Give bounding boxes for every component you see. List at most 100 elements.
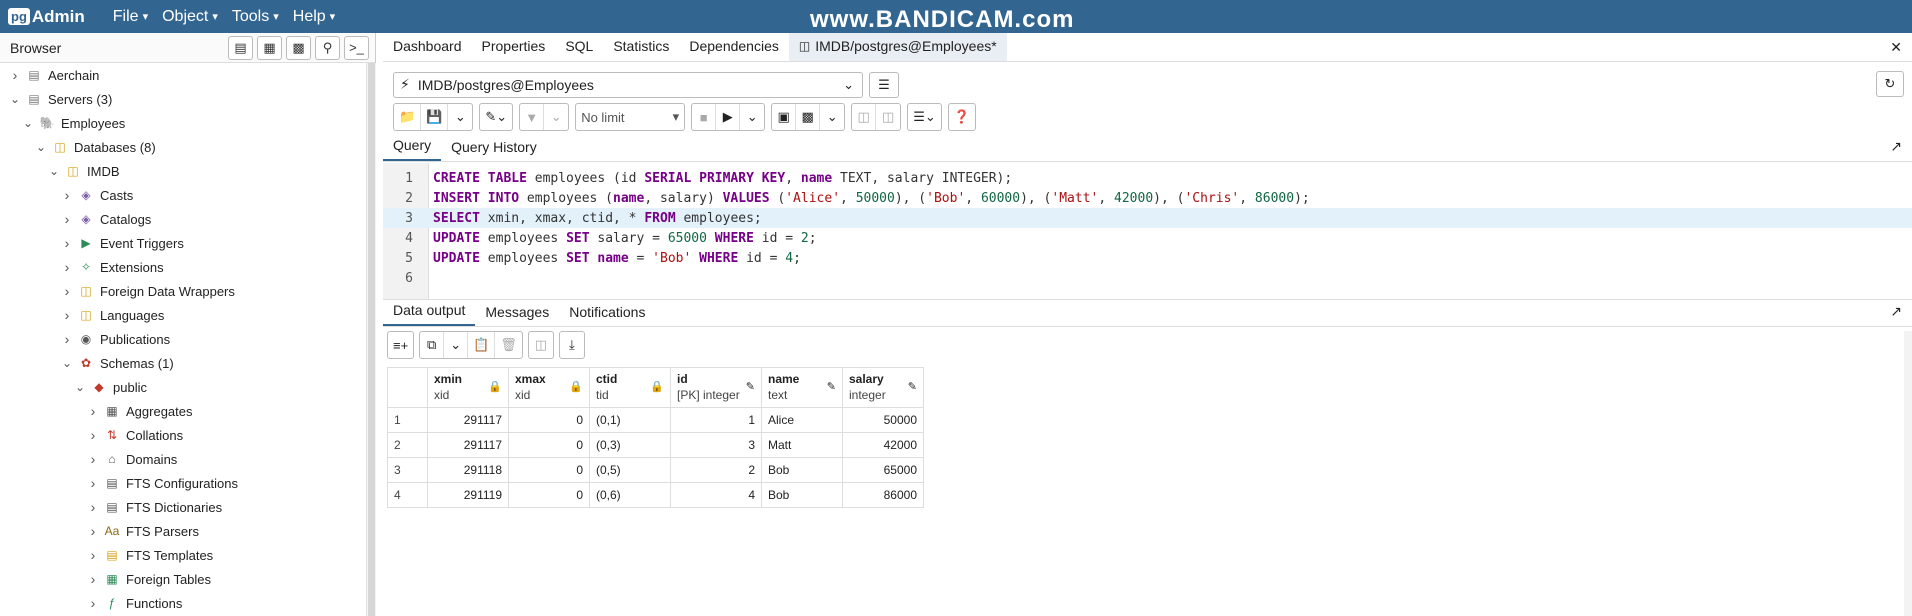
- chevron-right-icon[interactable]: ›: [8, 67, 22, 83]
- table-row[interactable]: 2 291117 0 (0,3) 3 Matt 42000: [387, 432, 924, 458]
- cell-xmax[interactable]: 0: [508, 482, 590, 508]
- browser-scrollbar[interactable]: [366, 63, 376, 616]
- tab-data-output[interactable]: Data output: [383, 302, 476, 326]
- table-row[interactable]: 1 291117 0 (0,1) 1 Alice 50000: [387, 407, 924, 433]
- chevron-right-icon[interactable]: ›: [86, 403, 100, 419]
- cell-xmax[interactable]: 0: [508, 432, 590, 458]
- commit-button[interactable]: ◫: [852, 104, 877, 130]
- copy-button[interactable]: ⧉: [420, 332, 445, 358]
- chevron-right-icon[interactable]: ›: [86, 499, 100, 515]
- chevron-right-icon[interactable]: ›: [86, 451, 100, 467]
- cell-id[interactable]: 4: [670, 482, 762, 508]
- chevron-right-icon[interactable]: ›: [86, 475, 100, 491]
- tab-query[interactable]: Query: [383, 137, 442, 161]
- chevron-down-icon[interactable]: ⌄: [60, 356, 74, 370]
- tab-notifications[interactable]: Notifications: [559, 304, 655, 326]
- tree-node-fts-parsers[interactable]: › Aa FTS Parsers: [0, 519, 366, 543]
- view-data-icon[interactable]: ▦: [257, 35, 282, 60]
- tree-node-schemas-1[interactable]: ⌄ ✿ Schemas (1): [0, 351, 366, 375]
- cell-ctid[interactable]: (0,1): [589, 407, 671, 433]
- tree-node-public[interactable]: ⌄ ◆ public: [0, 375, 366, 399]
- copy-dropdown-button[interactable]: ⌄: [444, 332, 469, 358]
- row-limit-select[interactable]: No limit ▾: [576, 104, 684, 130]
- cell-xmin[interactable]: 291117: [427, 432, 509, 458]
- sql-editor[interactable]: 1 CREATE TABLE employees (id SERIAL PRIM…: [383, 163, 1912, 299]
- refresh-button[interactable]: ↻: [1876, 71, 1904, 97]
- help-button[interactable]: ❓: [949, 104, 975, 130]
- scrollbar-thumb[interactable]: [368, 63, 375, 616]
- cell-xmin[interactable]: 291119: [427, 482, 509, 508]
- column-header-id[interactable]: id [PK] integer ✎: [670, 367, 762, 408]
- tree-node-event-triggers[interactable]: › ▶ Event Triggers: [0, 231, 366, 255]
- tree-node-fts-templates[interactable]: › ▤ FTS Templates: [0, 543, 366, 567]
- tree-node-servers-3[interactable]: ⌄ ▤ Servers (3): [0, 87, 366, 111]
- cell-ctid[interactable]: (0,3): [589, 432, 671, 458]
- cell-ctid[interactable]: (0,5): [589, 457, 671, 483]
- chevron-right-icon[interactable]: ›: [86, 547, 100, 563]
- chevron-right-icon[interactable]: ›: [86, 571, 100, 587]
- tree-node-publications[interactable]: › ◉ Publications: [0, 327, 366, 351]
- tree-node-extensions[interactable]: › ✧ Extensions: [0, 255, 366, 279]
- chevron-right-icon[interactable]: ›: [86, 523, 100, 539]
- chevron-down-icon[interactable]: ⌄: [21, 116, 35, 130]
- save-data-button[interactable]: ◫: [529, 332, 553, 358]
- add-row-button[interactable]: ≡+: [388, 332, 413, 358]
- edit-button[interactable]: ✎ ⌄: [480, 104, 512, 130]
- paste-button[interactable]: 📋: [468, 332, 496, 358]
- execute-button[interactable]: ▶: [716, 104, 741, 130]
- rollback-button[interactable]: ◫: [876, 104, 900, 130]
- chevron-right-icon[interactable]: ›: [60, 331, 74, 347]
- tree-node-fts-dictionaries[interactable]: › ▤ FTS Dictionaries: [0, 495, 366, 519]
- cell-salary[interactable]: 42000: [842, 432, 924, 458]
- execute-dropdown-button[interactable]: ⌄: [740, 104, 764, 130]
- chevron-down-icon[interactable]: ⌄: [34, 140, 48, 154]
- chevron-right-icon[interactable]: ›: [60, 307, 74, 323]
- menu-file[interactable]: File ▾: [113, 8, 148, 26]
- cell-xmin[interactable]: 291117: [427, 407, 509, 433]
- explain-analyze-button[interactable]: ▩: [796, 104, 821, 130]
- tree-node-aerchain[interactable]: › ▤ Aerchain: [0, 63, 366, 87]
- column-header-name[interactable]: name text ✎: [761, 367, 843, 408]
- chevron-right-icon[interactable]: ›: [86, 427, 100, 443]
- column-header-ctid[interactable]: ctid tid 🔒: [589, 367, 671, 408]
- cell-name[interactable]: Bob: [761, 457, 843, 483]
- tree-node-fts-configurations[interactable]: › ▤ FTS Configurations: [0, 471, 366, 495]
- cell-id[interactable]: 1: [670, 407, 762, 433]
- tab-sql[interactable]: SQL: [555, 38, 603, 61]
- chevron-right-icon[interactable]: ›: [60, 259, 74, 275]
- save-file-button[interactable]: 💾: [421, 104, 449, 130]
- chevron-right-icon[interactable]: ›: [60, 187, 74, 203]
- stop-button[interactable]: ■: [692, 104, 717, 130]
- tree-node-foreign-tables[interactable]: › ▦ Foreign Tables: [0, 567, 366, 591]
- search-icon[interactable]: ⚲: [315, 35, 340, 60]
- open-file-button[interactable]: 📁: [394, 104, 422, 130]
- delete-button[interactable]: 🗑: [495, 332, 522, 358]
- tree-node-languages[interactable]: › ◫ Languages: [0, 303, 366, 327]
- explain-button[interactable]: ▣: [772, 104, 797, 130]
- terminal-icon[interactable]: >_: [344, 35, 369, 60]
- tab-statistics[interactable]: Statistics: [603, 38, 679, 61]
- tree-node-aggregates[interactable]: › ▦ Aggregates: [0, 399, 366, 423]
- table-row[interactable]: 4 291119 0 (0,6) 4 Bob 86000: [387, 482, 924, 508]
- object-explorer-db-icon[interactable]: ▤: [228, 35, 253, 60]
- tab-properties[interactable]: Properties: [472, 38, 556, 61]
- column-header-xmin[interactable]: xmin xid 🔒: [427, 367, 509, 408]
- cell-salary[interactable]: 50000: [842, 407, 924, 433]
- close-icon[interactable]: ✕: [1890, 39, 1902, 56]
- cell-xmin[interactable]: 291118: [427, 457, 509, 483]
- download-button[interactable]: ⤓: [560, 332, 584, 358]
- cell-name[interactable]: Matt: [761, 432, 843, 458]
- filter-button[interactable]: ▼: [520, 104, 545, 130]
- menu-tools[interactable]: Tools ▾: [232, 8, 279, 26]
- new-connection-button[interactable]: ☰: [869, 71, 899, 98]
- tab-query-history[interactable]: Query History: [441, 139, 547, 161]
- tree-node-employees[interactable]: ⌄ 🐘 Employees: [0, 111, 366, 135]
- column-header-salary[interactable]: salary integer ✎: [842, 367, 924, 408]
- filter-dropdown-button[interactable]: ⌄: [544, 104, 568, 130]
- menu-object[interactable]: Object ▾: [162, 8, 218, 26]
- column-header-xmax[interactable]: xmax xid 🔒: [508, 367, 590, 408]
- cell-salary[interactable]: 65000: [842, 457, 924, 483]
- chevron-right-icon[interactable]: ›: [86, 595, 100, 611]
- tree-node-domains[interactable]: › ⌂ Domains: [0, 447, 366, 471]
- tree-node-foreign-data-wrappers[interactable]: › ◫ Foreign Data Wrappers: [0, 279, 366, 303]
